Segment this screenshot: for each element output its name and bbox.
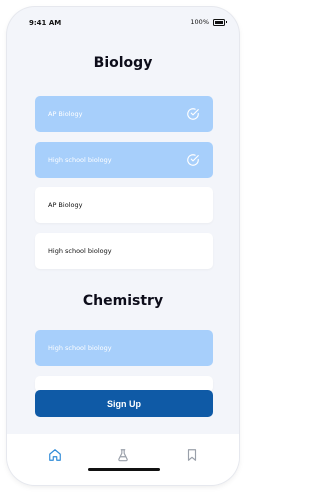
section-title-chemistry: Chemistry [82, 293, 164, 309]
option-ap-biology-selected[interactable]: AP Biology [35, 96, 213, 132]
flask-icon [118, 449, 128, 462]
home-icon [49, 449, 61, 461]
home-indicator [88, 468, 160, 471]
battery-icon [213, 18, 227, 26]
sign-up-button[interactable]: Sign Up [35, 390, 213, 417]
check-circle-icon [187, 154, 199, 166]
tab-home[interactable] [45, 445, 65, 465]
status-right: 100% [190, 18, 227, 26]
option-chemistry-selected[interactable]: High school biology [35, 330, 213, 366]
tab-flask[interactable] [113, 445, 133, 465]
check-circle-icon [187, 108, 199, 120]
option-label: High school biology [48, 344, 112, 352]
status-time: 9:41 AM [29, 19, 62, 27]
option-high-school-biology-selected[interactable]: High school biology [35, 142, 213, 178]
battery-percent: 100% [190, 18, 209, 26]
status-bar: 9:41 AM 100% [7, 7, 239, 39]
option-label: High school biology [48, 156, 112, 164]
option-label: AP Biology [48, 110, 83, 118]
bookmark-icon [187, 449, 197, 461]
option-label: High school biology [48, 247, 112, 255]
option-high-school-biology[interactable]: High school biology [35, 233, 213, 269]
phone-screen: 9:41 AM 100% Biology AP Biology High sch… [7, 7, 239, 485]
option-label: AP Biology [48, 201, 83, 209]
tab-bookmark[interactable] [182, 445, 202, 465]
option-ap-biology[interactable]: AP Biology [35, 187, 213, 223]
section-title-biology: Biology [93, 55, 153, 71]
tab-bar [7, 434, 239, 485]
